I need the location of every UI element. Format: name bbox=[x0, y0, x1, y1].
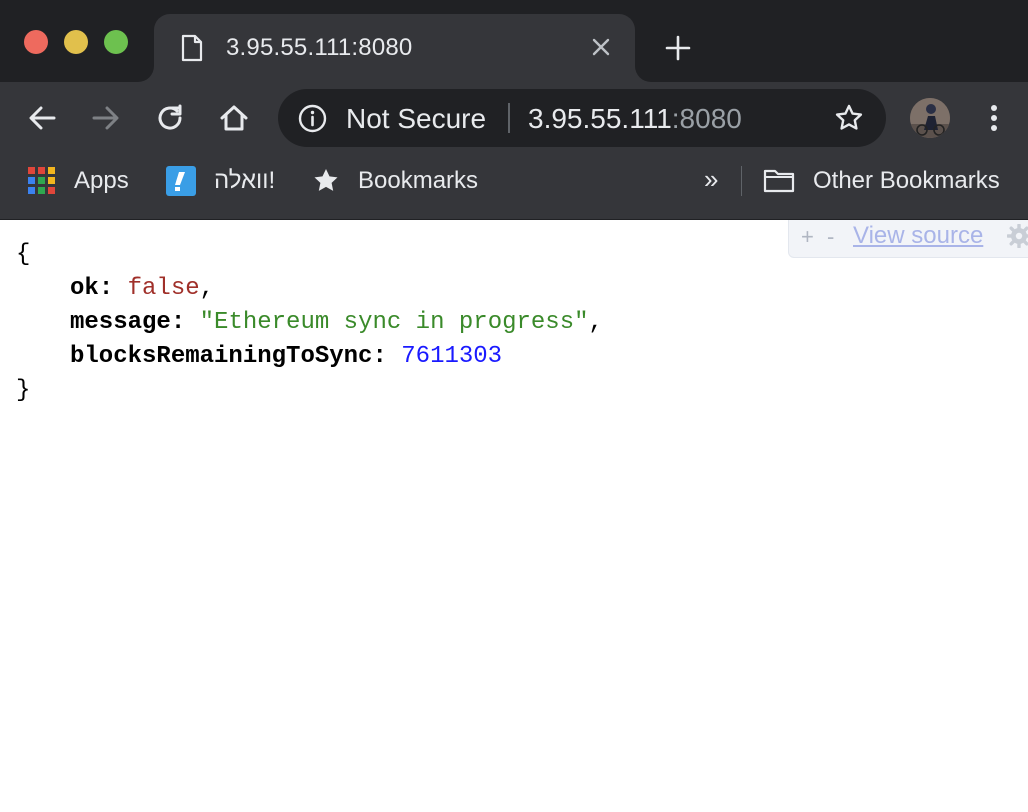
json-field-message: message: "Ethereum sync in progress", bbox=[70, 309, 603, 336]
plus-icon[interactable] bbox=[664, 34, 692, 62]
bookmarks-bar: Apps וואלה! Bookmarks » Other Bookmarks bbox=[0, 156, 1028, 220]
bookmark-walla[interactable]: וואלה! bbox=[166, 156, 275, 206]
window-minimize-button[interactable] bbox=[64, 30, 88, 54]
window-maximize-button[interactable] bbox=[104, 30, 128, 54]
url-port: :8080 bbox=[671, 103, 742, 134]
url-text[interactable]: 3.95.55.111:8080 bbox=[528, 103, 742, 135]
json-field-ok: ok: false, bbox=[70, 275, 215, 302]
json-close-brace: } bbox=[16, 377, 31, 404]
tab-strip: 3.95.55.111:8080 bbox=[0, 0, 1028, 82]
page-icon bbox=[181, 34, 203, 62]
info-icon[interactable] bbox=[298, 104, 327, 133]
security-status-label[interactable]: Not Secure bbox=[346, 103, 486, 135]
back-button[interactable] bbox=[24, 100, 60, 136]
gear-icon[interactable] bbox=[1007, 224, 1028, 248]
bookmark-bookmarks[interactable]: Bookmarks bbox=[312, 156, 478, 206]
home-icon bbox=[220, 105, 248, 131]
json-value-boolean: false bbox=[127, 275, 200, 302]
url-host: 3.95.55.111 bbox=[528, 103, 672, 134]
json-key: ok bbox=[70, 275, 99, 302]
reload-button[interactable] bbox=[152, 100, 188, 136]
forward-button[interactable] bbox=[88, 100, 124, 136]
avatar-image bbox=[910, 98, 950, 138]
bookmark-other-bookmarks[interactable]: Other Bookmarks bbox=[763, 156, 1000, 206]
bookmark-apps[interactable]: Apps bbox=[28, 156, 129, 206]
json-value-number: 7611303 bbox=[401, 343, 503, 370]
bookmark-label: Other Bookmarks bbox=[813, 167, 1000, 194]
profile-avatar[interactable] bbox=[910, 98, 950, 138]
tab-corner-right bbox=[635, 66, 651, 82]
json-viewer-toolbar: + - View source bbox=[788, 220, 1028, 258]
back-arrow-icon bbox=[29, 106, 56, 130]
json-key: message bbox=[70, 309, 171, 336]
bookmark-label: וואלה! bbox=[214, 167, 276, 194]
bookmark-label: Bookmarks bbox=[358, 167, 479, 194]
folder-icon bbox=[763, 168, 795, 194]
bookmark-label: Apps bbox=[74, 167, 129, 194]
walla-icon bbox=[166, 166, 196, 196]
apps-grid-icon bbox=[28, 167, 56, 195]
navigation-toolbar: Not Secure 3.95.55.111:8080 bbox=[0, 82, 1028, 156]
json-viewer: { ok: false, message: "Ethereum sync in … bbox=[16, 238, 603, 408]
tab-corner-left bbox=[138, 66, 154, 82]
close-icon[interactable] bbox=[590, 36, 612, 58]
json-open-brace: { bbox=[16, 241, 31, 268]
active-tab[interactable]: 3.95.55.111:8080 bbox=[138, 14, 651, 82]
tab-title: 3.95.55.111:8080 bbox=[226, 34, 413, 61]
star-icon bbox=[312, 167, 340, 195]
page-content: { ok: false, message: "Ethereum sync in … bbox=[0, 220, 1028, 812]
window-close-button[interactable] bbox=[24, 30, 48, 54]
json-field-blocks-remaining: blocksRemainingToSync: 7611303 bbox=[70, 343, 503, 370]
kebab-menu-icon[interactable] bbox=[980, 100, 1008, 136]
star-icon[interactable] bbox=[834, 103, 864, 133]
json-value-string: "Ethereum sync in progress" bbox=[199, 309, 589, 336]
home-button[interactable] bbox=[216, 100, 252, 136]
omnibox-divider bbox=[508, 103, 510, 133]
collapse-all-button[interactable]: - bbox=[827, 224, 834, 250]
address-bar[interactable]: Not Secure 3.95.55.111:8080 bbox=[278, 89, 886, 147]
reload-icon bbox=[158, 104, 182, 130]
bookmarks-overflow-button[interactable]: » bbox=[704, 164, 718, 195]
expand-all-button[interactable]: + bbox=[801, 224, 814, 250]
forward-arrow-icon bbox=[92, 106, 119, 130]
view-source-link[interactable]: View source bbox=[853, 222, 983, 250]
bookmarks-divider bbox=[741, 166, 742, 196]
json-key: blocksRemainingToSync bbox=[70, 343, 373, 370]
